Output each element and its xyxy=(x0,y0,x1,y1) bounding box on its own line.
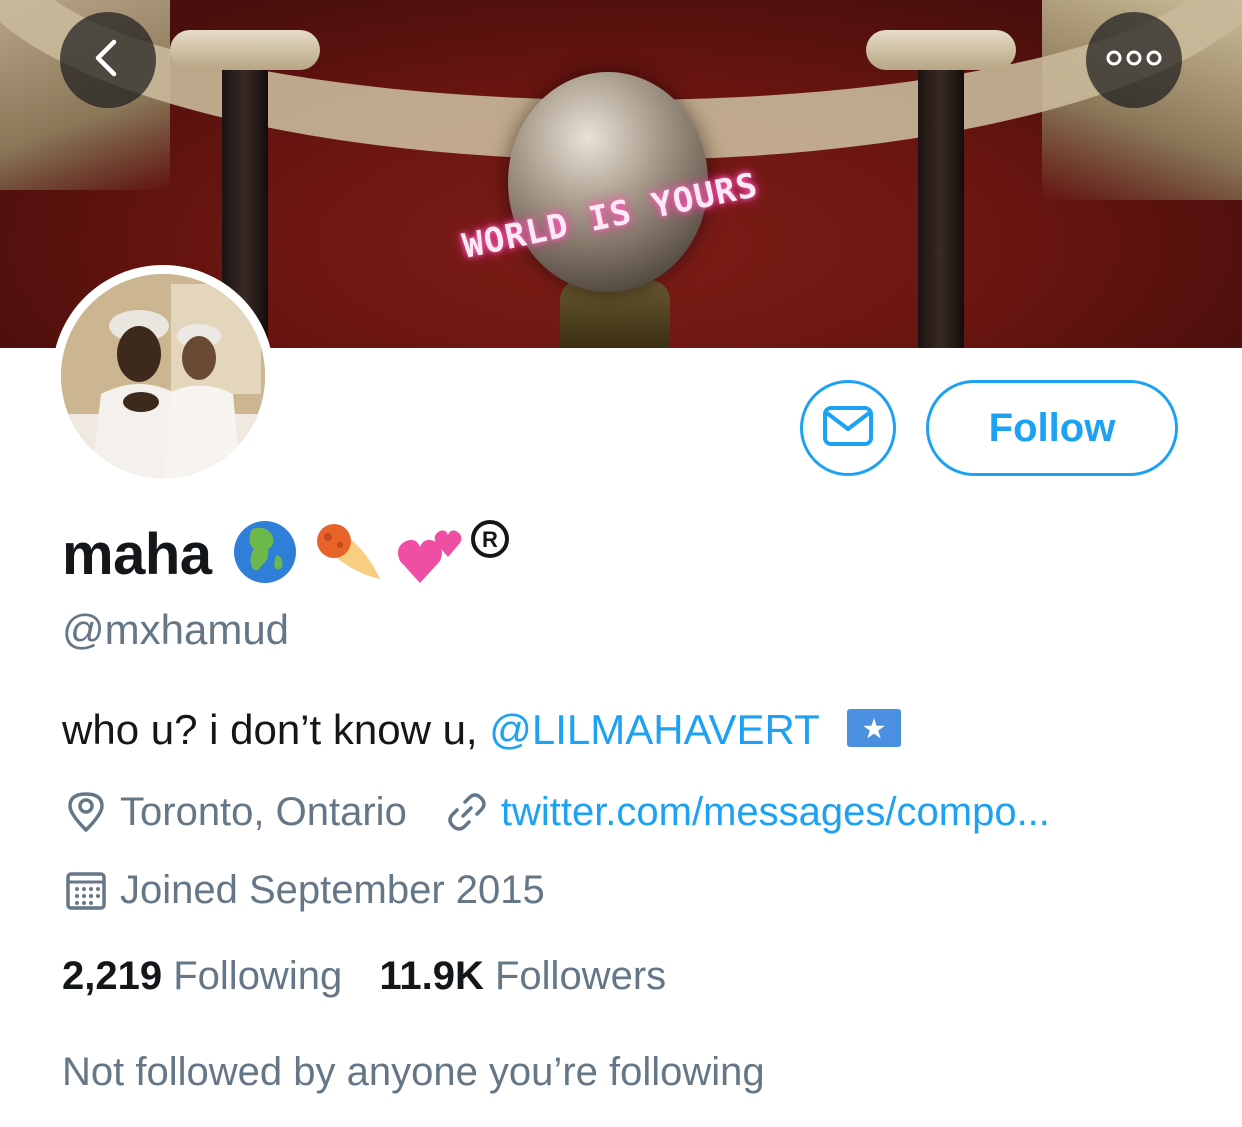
banner-capital-left xyxy=(170,30,320,70)
banner-pillar-right xyxy=(918,40,964,348)
followers-stat[interactable]: 11.9K Followers xyxy=(379,954,666,998)
profile-joined-date: Joined September 2015 xyxy=(120,867,545,912)
profile-handle: @mxhamud xyxy=(62,606,290,653)
profile-stats: 2,219 Following 11.9K Followers xyxy=(62,954,666,999)
two-hearts-emoji-icon xyxy=(396,517,466,592)
profile-bio: who u? i don’t know u, @LILMAHAVERT xyxy=(62,706,901,757)
location-pin-icon xyxy=(62,788,110,836)
profile-location: Toronto, Ontario xyxy=(120,789,407,834)
following-stat[interactable]: 2,219 Following xyxy=(62,954,342,998)
chevron-left-icon xyxy=(86,36,130,85)
svg-text:R: R xyxy=(482,527,498,552)
more-dots-icon xyxy=(1106,48,1162,73)
display-name: maha xyxy=(62,521,212,587)
somalia-flag-icon xyxy=(846,708,901,757)
joined-date-row: Joined September 2015 xyxy=(62,866,545,914)
followers-label: Followers xyxy=(494,954,667,998)
more-options-button[interactable] xyxy=(1086,12,1182,108)
back-button[interactable] xyxy=(60,12,156,108)
envelope-icon xyxy=(822,405,874,452)
following-label: Following xyxy=(173,954,343,998)
link-icon xyxy=(443,788,491,836)
profile-website-link[interactable]: twitter.com/messages/compo... xyxy=(501,790,1050,835)
registered-sign-icon: R xyxy=(470,519,510,564)
message-button[interactable] xyxy=(800,380,896,476)
following-count: 2,219 xyxy=(62,954,163,998)
followed-by-context: Not followed by anyone you’re following xyxy=(62,1050,765,1094)
comet-emoji-icon xyxy=(310,517,384,592)
bio-mention-link[interactable]: @LILMAHAVERT xyxy=(489,706,819,753)
bio-text: who u? i don’t know u, xyxy=(62,706,490,753)
calendar-icon xyxy=(62,866,110,914)
avatar[interactable] xyxy=(61,274,265,478)
profile-meta-row: Toronto, Ontario twitter.com/messages/co… xyxy=(62,788,1050,836)
followers-count: 11.9K xyxy=(379,954,484,998)
display-name-row: maha R xyxy=(62,514,510,594)
avatar-photo xyxy=(61,274,265,478)
globe-emoji-icon xyxy=(232,519,298,590)
follow-button[interactable]: Follow xyxy=(926,380,1178,476)
banner-capital-right xyxy=(866,30,1016,70)
